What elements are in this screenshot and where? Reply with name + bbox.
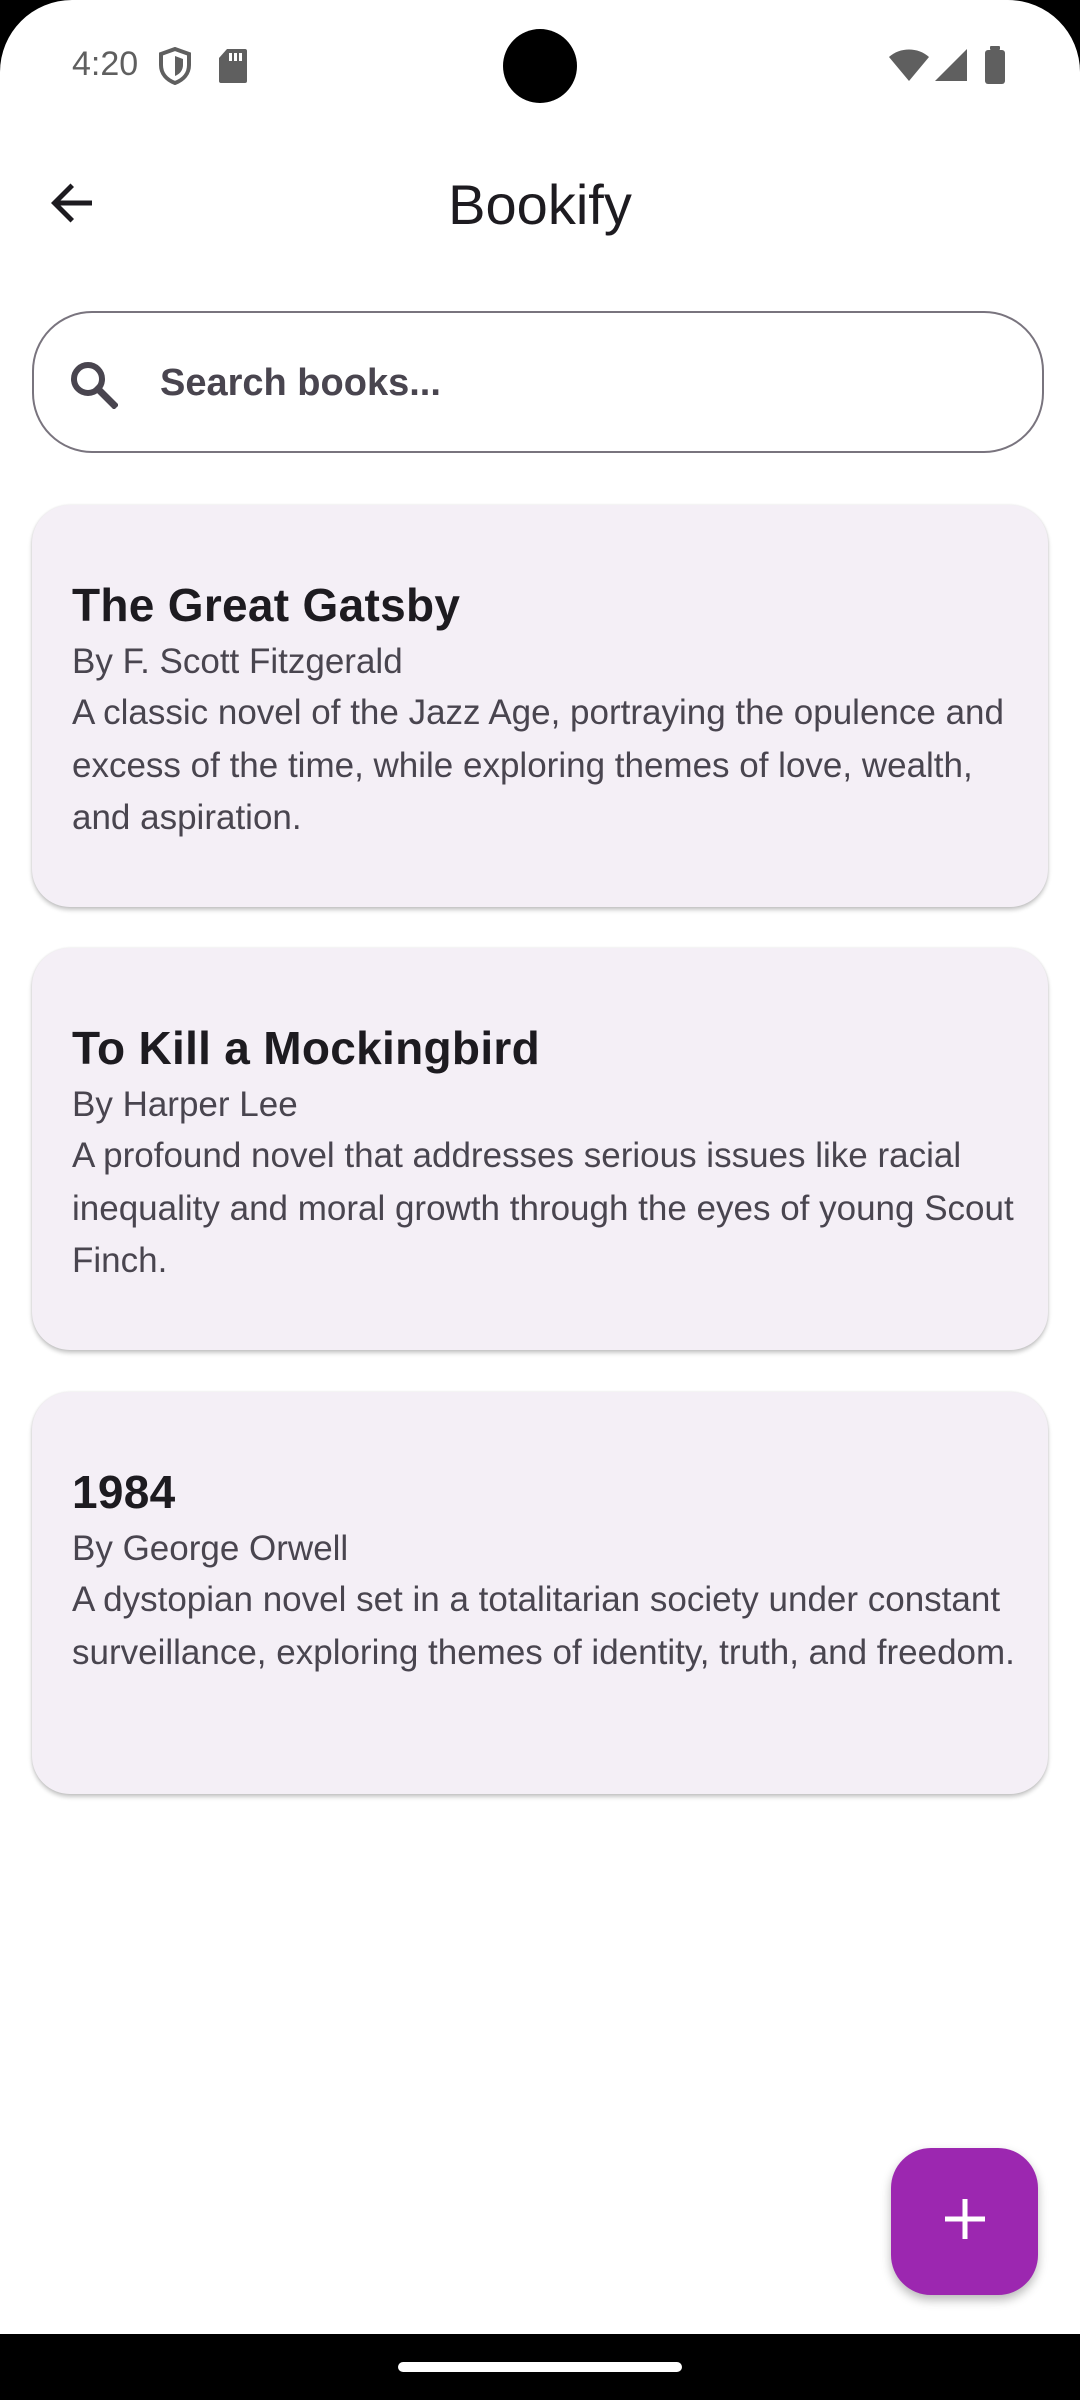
add-icon bbox=[943, 2197, 987, 2246]
book-card[interactable]: The Great Gatsby By F. Scott Fitzgerald … bbox=[32, 505, 1048, 907]
book-description: A dystopian novel set in a totalitarian … bbox=[72, 1580, 1015, 1672]
home-indicator[interactable] bbox=[398, 2362, 682, 2372]
camera-cutout bbox=[503, 29, 577, 103]
book-title: The Great Gatsby bbox=[72, 579, 461, 631]
sd-card-icon bbox=[218, 48, 248, 89]
search-input[interactable] bbox=[158, 313, 1022, 453]
search-field[interactable] bbox=[32, 311, 1044, 453]
status-bar: 4:20 bbox=[0, 0, 1080, 130]
book-description: A classic novel of the Jazz Age, portray… bbox=[72, 693, 1004, 837]
page-title: Bookify bbox=[448, 173, 632, 236]
book-author: By F. Scott Fitzgerald bbox=[72, 642, 403, 681]
battery-icon bbox=[984, 46, 1006, 89]
book-card[interactable]: To Kill a Mockingbird By Harper Lee A pr… bbox=[32, 948, 1048, 1350]
book-title: To Kill a Mockingbird bbox=[72, 1022, 541, 1074]
search-icon bbox=[68, 359, 119, 410]
shield-icon bbox=[158, 46, 192, 90]
status-time: 4:20 bbox=[72, 45, 139, 83]
book-description: A profound novel that addresses serious … bbox=[72, 1136, 1014, 1280]
app-bar: Bookify bbox=[0, 140, 1080, 270]
book-author: By George Orwell bbox=[72, 1529, 349, 1568]
app-screen: 4:20 Bookify Search books... The Great G… bbox=[0, 0, 1080, 2334]
cellular-signal-icon bbox=[934, 48, 968, 87]
book-title: 1984 bbox=[72, 1466, 176, 1518]
add-book-button[interactable] bbox=[891, 2148, 1038, 2295]
book-author: By Harper Lee bbox=[72, 1085, 298, 1124]
book-card[interactable]: 1984 By George Orwell A dystopian novel … bbox=[32, 1392, 1048, 1794]
wifi-icon bbox=[888, 48, 930, 87]
